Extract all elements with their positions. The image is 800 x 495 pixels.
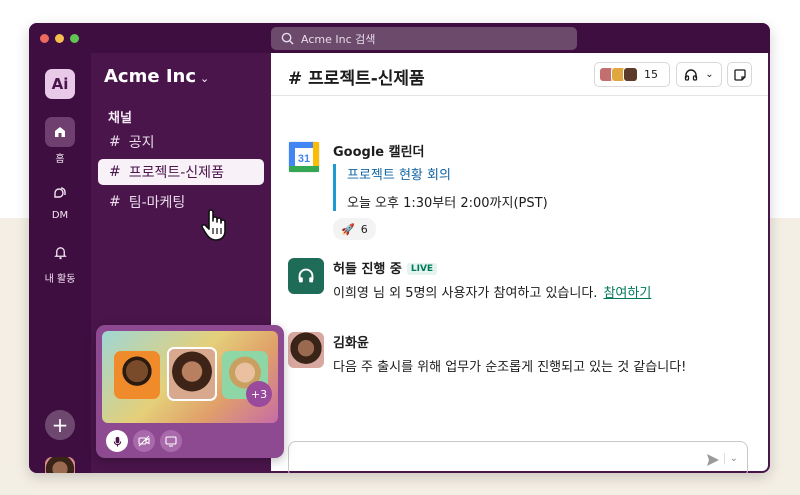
- huddle-button[interactable]: ⌄: [676, 62, 722, 87]
- sidebar-item-announcements[interactable]: # 공지: [98, 129, 264, 155]
- reaction-pill[interactable]: 🚀 6: [333, 218, 376, 240]
- message-text: 다음 주 출시를 위해 업무가 순조롭게 진행되고 있는 것 같습니다!: [333, 360, 687, 375]
- video-off-button[interactable]: [133, 430, 155, 452]
- huddle-icon: [288, 258, 324, 294]
- join-huddle-link[interactable]: 참여하기: [603, 286, 651, 301]
- channel-label: 팀-마케팅: [128, 195, 186, 211]
- microphone-icon: [113, 436, 121, 447]
- canvas-icon: [733, 68, 746, 81]
- message-text: 이희영 님 외 5명의 사용자가 참여하고 있습니다.: [333, 286, 598, 301]
- search-icon: [281, 32, 294, 45]
- participant-video[interactable]: [167, 347, 217, 401]
- participant-video[interactable]: [114, 351, 160, 399]
- avatar[interactable]: [288, 332, 324, 368]
- sidebar-item-team-marketing[interactable]: # 팀-마케팅: [98, 189, 264, 215]
- chevron-down-icon: ⌄: [705, 69, 714, 80]
- headphones-icon: [685, 68, 698, 81]
- hand-cursor-icon: [201, 209, 226, 241]
- live-badge: LIVE: [406, 263, 438, 275]
- close-window-button[interactable]: [40, 34, 49, 43]
- bell-icon: [53, 246, 67, 259]
- sidebar-item-project-new-product[interactable]: # 프로젝트-신제품: [98, 159, 264, 185]
- workspace-name-button[interactable]: Acme Inc ⌄: [104, 66, 209, 87]
- search-input[interactable]: Acme Inc 검색: [271, 27, 577, 50]
- screen-share-icon: [165, 436, 177, 447]
- channels-section-label[interactable]: 채널: [108, 107, 132, 126]
- message-sender: 허들 진행 중: [333, 262, 402, 277]
- channel-hash-icon: #: [109, 194, 121, 210]
- member-avatar: [623, 67, 638, 82]
- chevron-down-icon: ⌄: [200, 72, 210, 85]
- channel-label: 공지: [128, 135, 155, 151]
- rail-activity-label: 내 활동: [44, 274, 76, 285]
- extra-participants-badge[interactable]: +3: [246, 381, 272, 407]
- members-button[interactable]: 15: [594, 62, 670, 87]
- screen-share-button[interactable]: [160, 430, 182, 452]
- add-button[interactable]: +: [45, 410, 75, 440]
- message-sender[interactable]: Google 캘린더: [333, 141, 758, 160]
- channel-title[interactable]: # 프로젝트-신제품: [288, 64, 425, 89]
- message-sender[interactable]: 김화윤: [333, 332, 758, 351]
- title-bar: Acme Inc 검색: [29, 23, 770, 53]
- rocket-icon: 🚀: [341, 222, 355, 236]
- calendar-day: 31: [298, 153, 310, 165]
- huddle-card[interactable]: +3: [96, 325, 284, 458]
- member-count: 15: [644, 68, 658, 81]
- home-icon: [55, 127, 65, 137]
- send-icon[interactable]: [705, 452, 721, 468]
- rail-item-dm[interactable]: DM: [29, 177, 91, 221]
- event-attachment: 프로젝트 현황 회의 오늘 오후 1:30부터 2:00까지(PST): [333, 164, 758, 211]
- message-text-row: 이희영 님 외 5명의 사용자가 참여하고 있습니다. 참여하기: [333, 282, 758, 301]
- workspace-name: Acme Inc: [104, 66, 197, 87]
- plus-icon: +: [51, 413, 69, 437]
- user-avatar[interactable]: [45, 457, 75, 473]
- google-calendar-icon: 31: [288, 141, 320, 173]
- microphone-button[interactable]: [106, 430, 128, 452]
- channel-label: 프로젝트-신제품: [128, 165, 224, 181]
- channel-hash-icon: #: [109, 134, 121, 150]
- rail-home-label: 홈: [55, 154, 65, 165]
- event-link[interactable]: 프로젝트 현황 회의: [347, 164, 758, 183]
- video-off-icon: [138, 435, 150, 447]
- reaction-count: 6: [360, 222, 368, 236]
- workspace-rail: Ai 홈 DM 내 활동 +: [29, 53, 91, 473]
- minimize-window-button[interactable]: [55, 34, 64, 43]
- canvas-button[interactable]: [727, 62, 752, 87]
- rail-item-activity[interactable]: 내 활동: [29, 237, 91, 285]
- rail-dm-label: DM: [51, 210, 69, 221]
- channel-hash-icon: #: [109, 164, 121, 180]
- channel-view: # 프로젝트-신제품 15 ⌄ 31 Google 캘린더 프로젝트 현황 회의…: [271, 53, 768, 473]
- channel-header: # 프로젝트-신제품 15 ⌄: [271, 53, 768, 96]
- chevron-down-icon[interactable]: ⌄: [723, 453, 738, 464]
- rail-item-home[interactable]: 홈: [29, 117, 91, 165]
- message-composer[interactable]: ⌄: [288, 441, 748, 473]
- event-time: 오늘 오후 1:30부터 2:00까지(PST): [347, 196, 548, 211]
- maximize-window-button[interactable]: [70, 34, 79, 43]
- dm-icon: [54, 187, 66, 198]
- huddle-video-stage: +3: [102, 331, 278, 423]
- search-placeholder: Acme Inc 검색: [301, 32, 376, 46]
- workspace-icon[interactable]: Ai: [45, 69, 75, 99]
